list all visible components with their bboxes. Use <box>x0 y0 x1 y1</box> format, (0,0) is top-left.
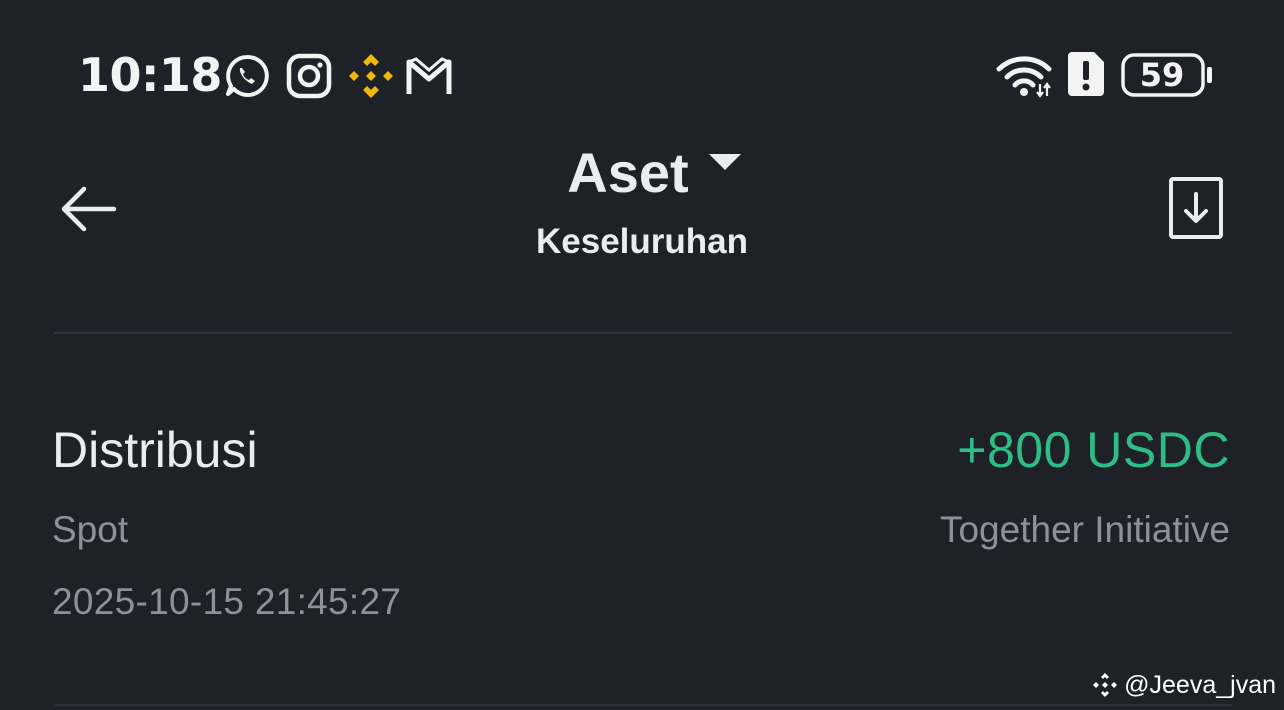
binance-square-icon <box>1093 673 1118 697</box>
transaction-source: Together Initiative <box>939 509 1230 550</box>
battery-level: 59 <box>1139 56 1185 94</box>
download-icon <box>1169 177 1223 239</box>
back-button[interactable] <box>56 182 122 236</box>
header-title-group: Aset Keseluruhan <box>442 140 842 270</box>
transaction-type: Distribusi <box>52 422 258 478</box>
asset-history-screen: 10:18 59 Aset Keseluruhan Distribusi +80… <box>0 0 1284 710</box>
page-subtitle: Keseluruhan <box>536 222 748 261</box>
watermark: @Jeeva_jvan <box>1092 668 1276 702</box>
row-divider <box>54 704 1232 706</box>
back-arrow-icon <box>61 186 117 232</box>
asset-type-dropdown[interactable]: Aset <box>442 140 842 206</box>
binance-icon <box>346 52 396 100</box>
wifi-icon <box>996 52 1054 98</box>
whatsapp-icon <box>222 52 272 100</box>
gmail-icon <box>404 52 454 100</box>
header-divider <box>54 332 1232 334</box>
status-time: 10:18 <box>78 48 222 102</box>
instagram-icon <box>284 52 334 100</box>
caret-down-icon <box>708 154 741 170</box>
page-title: Aset <box>567 141 689 204</box>
transaction-amount: +800 USDC <box>957 422 1230 478</box>
download-button[interactable] <box>1166 174 1226 242</box>
transaction-timestamp: 2025-10-15 21:45:27 <box>52 581 402 622</box>
watermark-handle: @Jeeva_jvan <box>1124 671 1276 699</box>
transaction-account: Spot <box>52 509 129 550</box>
alert-icon <box>1064 50 1106 98</box>
status-bar: 10:18 59 <box>0 0 1284 150</box>
battery-icon: 59 <box>1120 52 1214 98</box>
